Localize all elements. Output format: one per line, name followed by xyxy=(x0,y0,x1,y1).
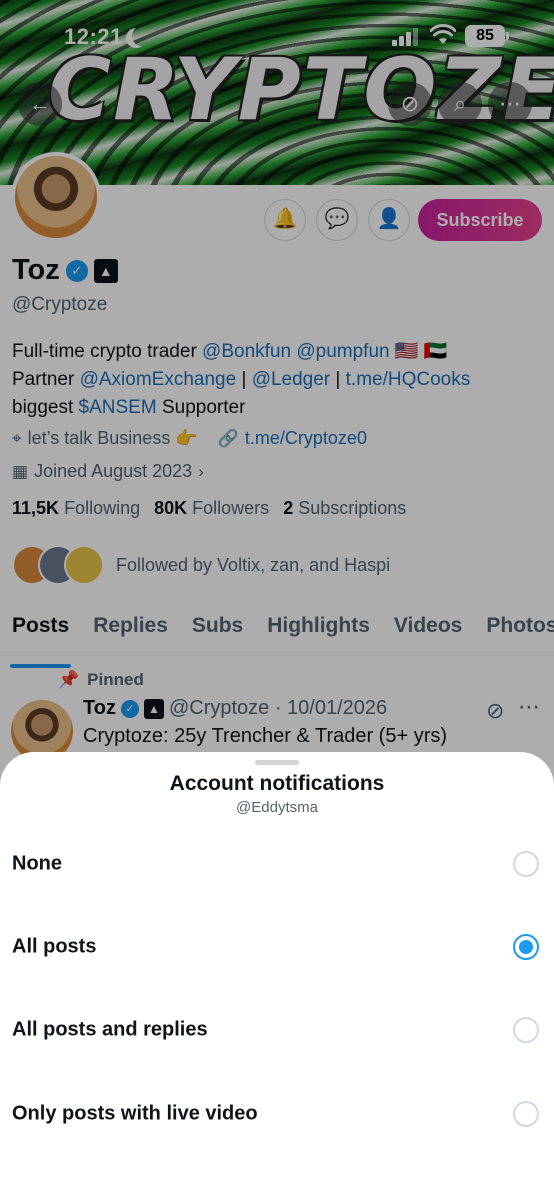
radio-button[interactable] xyxy=(513,1101,539,1127)
option-none[interactable]: None xyxy=(0,834,554,894)
option-label: All posts and replies xyxy=(12,1018,208,1041)
option-all-posts-and-replies[interactable]: All posts and replies xyxy=(0,1000,554,1060)
sheet-title: Account notifications xyxy=(169,772,385,795)
sheet-grabber[interactable] xyxy=(255,760,299,765)
account-notifications-sheet: Account notifications @Eddytsma None All… xyxy=(0,752,554,1200)
radio-button[interactable] xyxy=(513,1017,539,1043)
option-label: Only posts with live video xyxy=(12,1102,258,1125)
option-label: All posts xyxy=(12,935,97,958)
option-live-video[interactable]: Only posts with live video xyxy=(0,1084,554,1144)
radio-button-selected[interactable] xyxy=(513,934,539,960)
option-label: None xyxy=(12,852,62,875)
option-all-posts[interactable]: All posts xyxy=(0,917,554,977)
sheet-subtitle: @Eddytsma xyxy=(236,799,318,816)
radio-button[interactable] xyxy=(513,851,539,877)
